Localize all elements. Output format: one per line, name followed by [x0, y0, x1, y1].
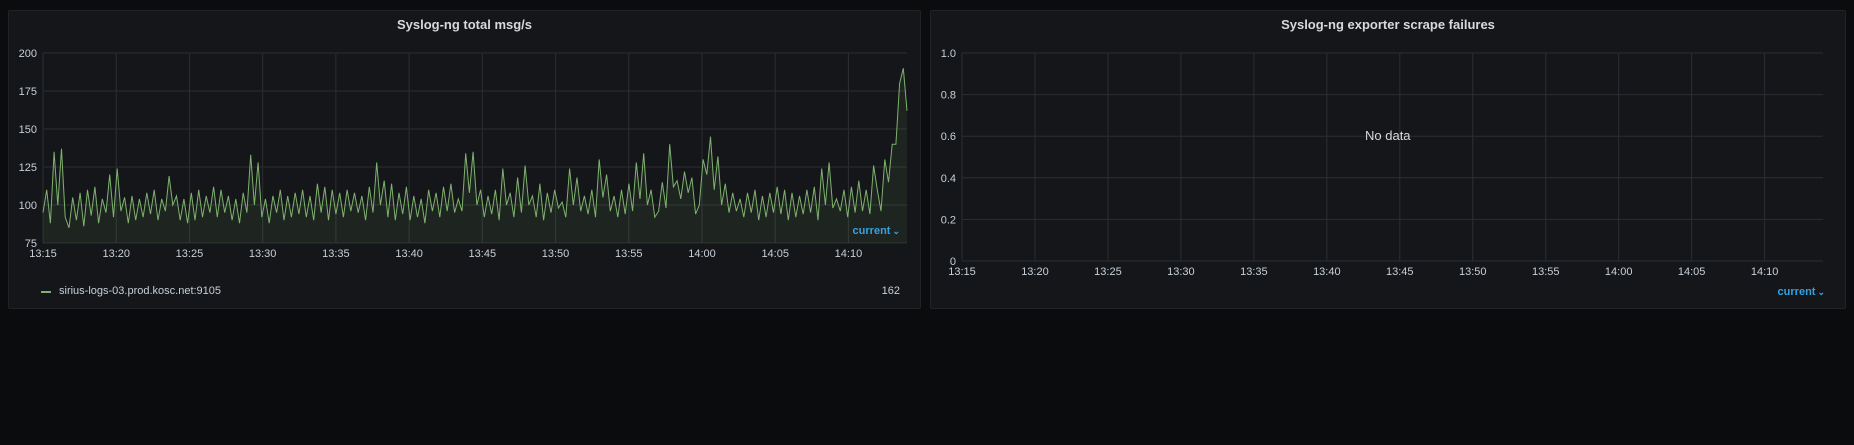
panel-total-msgs[interactable]: Syslog-ng total msg/s 75 100 125 150 175 200 1… [8, 10, 921, 309]
y-tick-label: 150 [19, 124, 37, 136]
legend-sort-label: current [1777, 286, 1816, 298]
x-tick-label: 13:35 [322, 248, 350, 260]
x-tick-label: 13:15 [29, 248, 57, 260]
series-area-fill [43, 68, 907, 243]
legend-series-value: 162 [881, 285, 900, 297]
x-tick-label: 14:00 [1605, 266, 1633, 278]
x-tick-label: 13:55 [615, 248, 643, 260]
legend-sort-toggle[interactable]: current ⌄ [1778, 286, 1825, 298]
x-tick-label: 14:10 [1751, 266, 1779, 278]
y-tick-label: 0.6 [941, 131, 956, 143]
x-tick-label: 13:50 [1459, 266, 1487, 278]
y-tick-label: 175 [19, 86, 37, 98]
legend-series-name: sirius-logs-03.prod.kosc.net:9105 [59, 285, 222, 297]
x-tick-label: 14:05 [1678, 266, 1706, 278]
x-tick-label: 13:30 [249, 248, 277, 260]
x-tick-label: 13:20 [1021, 266, 1049, 278]
chevron-down-icon: ⌄ [1817, 287, 1825, 297]
legend-series-swatch [41, 291, 51, 293]
y-tick-label: 200 [19, 48, 37, 60]
chart-scrape-failures: 00.20.40.60.81.013:15 13:20 13:25 13:30 13:3… [941, 48, 1823, 278]
legend-item[interactable]: sirius-logs-03.prod.kosc.net:9105 162 [35, 284, 900, 300]
x-tick-label: 13:25 [176, 248, 204, 260]
legend-sort-toggle[interactable]: current ⌄ [853, 225, 900, 237]
y-tick-label: 125 [19, 162, 37, 174]
x-tick-label: 13:30 [1167, 266, 1195, 278]
chevron-down-icon: ⌄ [892, 226, 900, 236]
x-tick-label: 13:40 [395, 248, 423, 260]
x-tick-label: 13:35 [1240, 266, 1268, 278]
x-tick-label: 13:45 [469, 248, 497, 260]
y-tick-label: 0.8 [941, 90, 956, 102]
x-tick-label: 13:25 [1094, 266, 1122, 278]
x-tick-label: 13:45 [1386, 266, 1414, 278]
x-tick-label: 14:10 [835, 248, 863, 260]
y-tick-label: 100 [19, 200, 37, 212]
x-tick-label: 14:05 [761, 248, 789, 260]
x-tick-label: 13:55 [1532, 266, 1560, 278]
legend-sort-label: current [852, 225, 891, 237]
y-tick-label: 1.0 [941, 48, 956, 60]
x-tick-label: 13:15 [948, 266, 976, 278]
x-tick-label: 13:50 [542, 248, 570, 260]
x-tick-label: 13:20 [102, 248, 130, 260]
no-data-message: No data [1365, 128, 1411, 143]
panel-scrape-failures[interactable]: Syslog-ng exporter scrape failures 0 0.2 0… [930, 10, 1846, 309]
x-tick-label: 13:40 [1313, 266, 1341, 278]
y-tick-label: 0.2 [941, 214, 956, 226]
chart-total-msgs: 7510012515017520013:15 13:20 13:25 13:30 13:… [19, 48, 908, 260]
x-tick-label: 14:00 [688, 248, 716, 260]
y-tick-label: 0.4 [941, 173, 956, 185]
